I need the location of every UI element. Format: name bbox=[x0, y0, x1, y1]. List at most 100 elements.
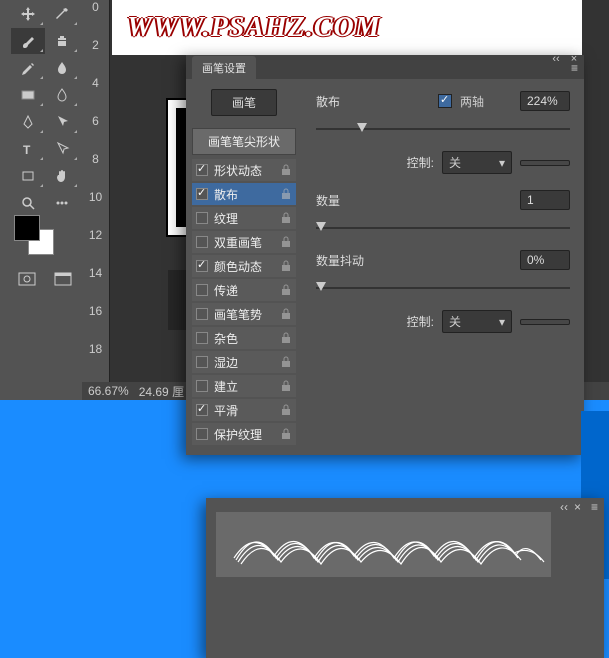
screen-mode[interactable] bbox=[46, 266, 80, 292]
checkbox[interactable] bbox=[196, 404, 208, 416]
close-icon[interactable]: × bbox=[574, 500, 581, 514]
checkbox[interactable] bbox=[196, 308, 208, 320]
brush-option-11[interactable]: 保护纹理 bbox=[192, 423, 296, 445]
control1-label: 控制: bbox=[316, 154, 434, 171]
quick-mask[interactable] bbox=[10, 266, 44, 292]
tool-gradient[interactable] bbox=[11, 82, 45, 108]
control2-label: 控制: bbox=[316, 313, 434, 330]
lock-icon bbox=[280, 332, 292, 344]
foreground-color[interactable] bbox=[14, 215, 40, 241]
checkbox[interactable] bbox=[196, 356, 208, 368]
toolbox: T bbox=[10, 0, 80, 210]
tool-pen[interactable] bbox=[11, 109, 45, 135]
option-label: 保护纹理 bbox=[214, 426, 274, 443]
brush-option-10[interactable]: 平滑 bbox=[192, 399, 296, 421]
tool-hand[interactable] bbox=[46, 163, 80, 189]
brush-option-4[interactable]: 颜色动态 bbox=[192, 255, 296, 277]
panel-menu-icon[interactable]: ≡ bbox=[571, 61, 578, 75]
tool-type[interactable]: T bbox=[11, 136, 45, 162]
svg-text:T: T bbox=[23, 143, 31, 157]
option-label: 双重画笔 bbox=[214, 234, 274, 251]
control1-select[interactable]: 关▾ bbox=[442, 151, 512, 174]
brush-stroke-preview bbox=[216, 512, 551, 577]
brush-option-1[interactable]: 散布 bbox=[192, 183, 296, 205]
lock-icon bbox=[280, 356, 292, 368]
lock-icon bbox=[280, 188, 292, 200]
lock-icon bbox=[280, 428, 292, 440]
checkbox[interactable] bbox=[196, 380, 208, 392]
control2-value bbox=[520, 319, 570, 325]
brush-controls: 散布 两轴 224% 控制: 关▾ 数量 1 数量抖动 bbox=[302, 79, 584, 455]
checkbox[interactable] bbox=[196, 236, 208, 248]
checkbox[interactable] bbox=[196, 428, 208, 440]
zoom-value[interactable]: 66.67% bbox=[88, 384, 129, 398]
scatter-label: 散布 bbox=[316, 93, 346, 110]
brush-option-3[interactable]: 双重画笔 bbox=[192, 231, 296, 253]
brush-settings-panel: ‹‹ × 画笔设置 ≡ 画笔 画笔笔尖形状 形状动态散布纹理双重画笔颜色动态传递… bbox=[186, 55, 584, 455]
panel-menu-icon[interactable]: ≡ bbox=[591, 500, 598, 514]
mask-mode bbox=[10, 266, 80, 292]
tool-path-select[interactable] bbox=[46, 109, 80, 135]
option-label: 画笔笔势 bbox=[214, 306, 274, 323]
brush-preview-panel: ‹‹ × ≡ bbox=[206, 498, 604, 658]
lock-icon bbox=[280, 236, 292, 248]
checkbox[interactable] bbox=[196, 284, 208, 296]
tool-history-brush[interactable] bbox=[11, 55, 45, 81]
jitter-value[interactable]: 0% bbox=[520, 250, 570, 270]
doc-size: 24.69 厘 bbox=[139, 383, 184, 400]
panel-tabs: 画笔设置 ≡ bbox=[186, 55, 584, 79]
checkbox[interactable] bbox=[196, 332, 208, 344]
control2-select[interactable]: 关▾ bbox=[442, 310, 512, 333]
checkbox[interactable] bbox=[196, 260, 208, 272]
option-label: 杂色 bbox=[214, 330, 274, 347]
tool-direct-select[interactable] bbox=[46, 136, 80, 162]
collapse-icon[interactable]: ‹‹ bbox=[560, 500, 568, 514]
jitter-slider[interactable] bbox=[316, 282, 570, 296]
stroke-graphic bbox=[226, 520, 546, 570]
option-label: 形状动态 bbox=[214, 162, 274, 179]
count-label: 数量 bbox=[316, 192, 346, 209]
brush-option-5[interactable]: 传递 bbox=[192, 279, 296, 301]
tab-brush-settings[interactable]: 画笔设置 bbox=[192, 56, 256, 79]
scatter-slider[interactable] bbox=[316, 123, 570, 137]
tool-clone[interactable] bbox=[46, 28, 80, 54]
count-value[interactable]: 1 bbox=[520, 190, 570, 210]
option-label: 湿边 bbox=[214, 354, 274, 371]
jitter-label: 数量抖动 bbox=[316, 252, 376, 269]
checkbox[interactable] bbox=[196, 188, 208, 200]
both-axes-checkbox[interactable] bbox=[438, 94, 452, 108]
scatter-value[interactable]: 224% bbox=[520, 91, 570, 111]
option-label: 建立 bbox=[214, 378, 274, 395]
option-label: 纹理 bbox=[214, 210, 274, 227]
collapse-icon[interactable]: ‹‹ bbox=[550, 53, 562, 65]
ruler-vertical: 024681012141618 bbox=[82, 0, 110, 382]
tool-more[interactable] bbox=[46, 190, 80, 216]
brush-option-6[interactable]: 画笔笔势 bbox=[192, 303, 296, 325]
tool-rectangle[interactable] bbox=[11, 163, 45, 189]
option-label: 传递 bbox=[214, 282, 274, 299]
tool-move[interactable] bbox=[11, 1, 45, 27]
color-swatches[interactable] bbox=[14, 215, 64, 265]
checkbox[interactable] bbox=[196, 212, 208, 224]
tool-bucket[interactable] bbox=[46, 82, 80, 108]
brush-option-9[interactable]: 建立 bbox=[192, 375, 296, 397]
tool-zoom[interactable] bbox=[11, 190, 45, 216]
checkbox[interactable] bbox=[196, 164, 208, 176]
tool-eyedropper[interactable] bbox=[46, 1, 80, 27]
brush-option-0[interactable]: 形状动态 bbox=[192, 159, 296, 181]
tool-brush[interactable] bbox=[11, 28, 45, 54]
lock-icon bbox=[280, 212, 292, 224]
both-axes-label: 两轴 bbox=[460, 93, 484, 110]
option-label: 颜色动态 bbox=[214, 258, 274, 275]
brush-tip-shape[interactable]: 画笔笔尖形状 bbox=[192, 128, 296, 155]
count-slider[interactable] bbox=[316, 222, 570, 236]
brush-button[interactable]: 画笔 bbox=[211, 89, 277, 116]
lock-icon bbox=[280, 308, 292, 320]
brush-option-2[interactable]: 纹理 bbox=[192, 207, 296, 229]
tool-blur[interactable] bbox=[46, 55, 80, 81]
brush-option-8[interactable]: 湿边 bbox=[192, 351, 296, 373]
lock-icon bbox=[280, 260, 292, 272]
brush-option-7[interactable]: 杂色 bbox=[192, 327, 296, 349]
option-label: 散布 bbox=[214, 186, 274, 203]
brush-options-list: 画笔 画笔笔尖形状 形状动态散布纹理双重画笔颜色动态传递画笔笔势杂色湿边建立平滑… bbox=[186, 79, 302, 455]
